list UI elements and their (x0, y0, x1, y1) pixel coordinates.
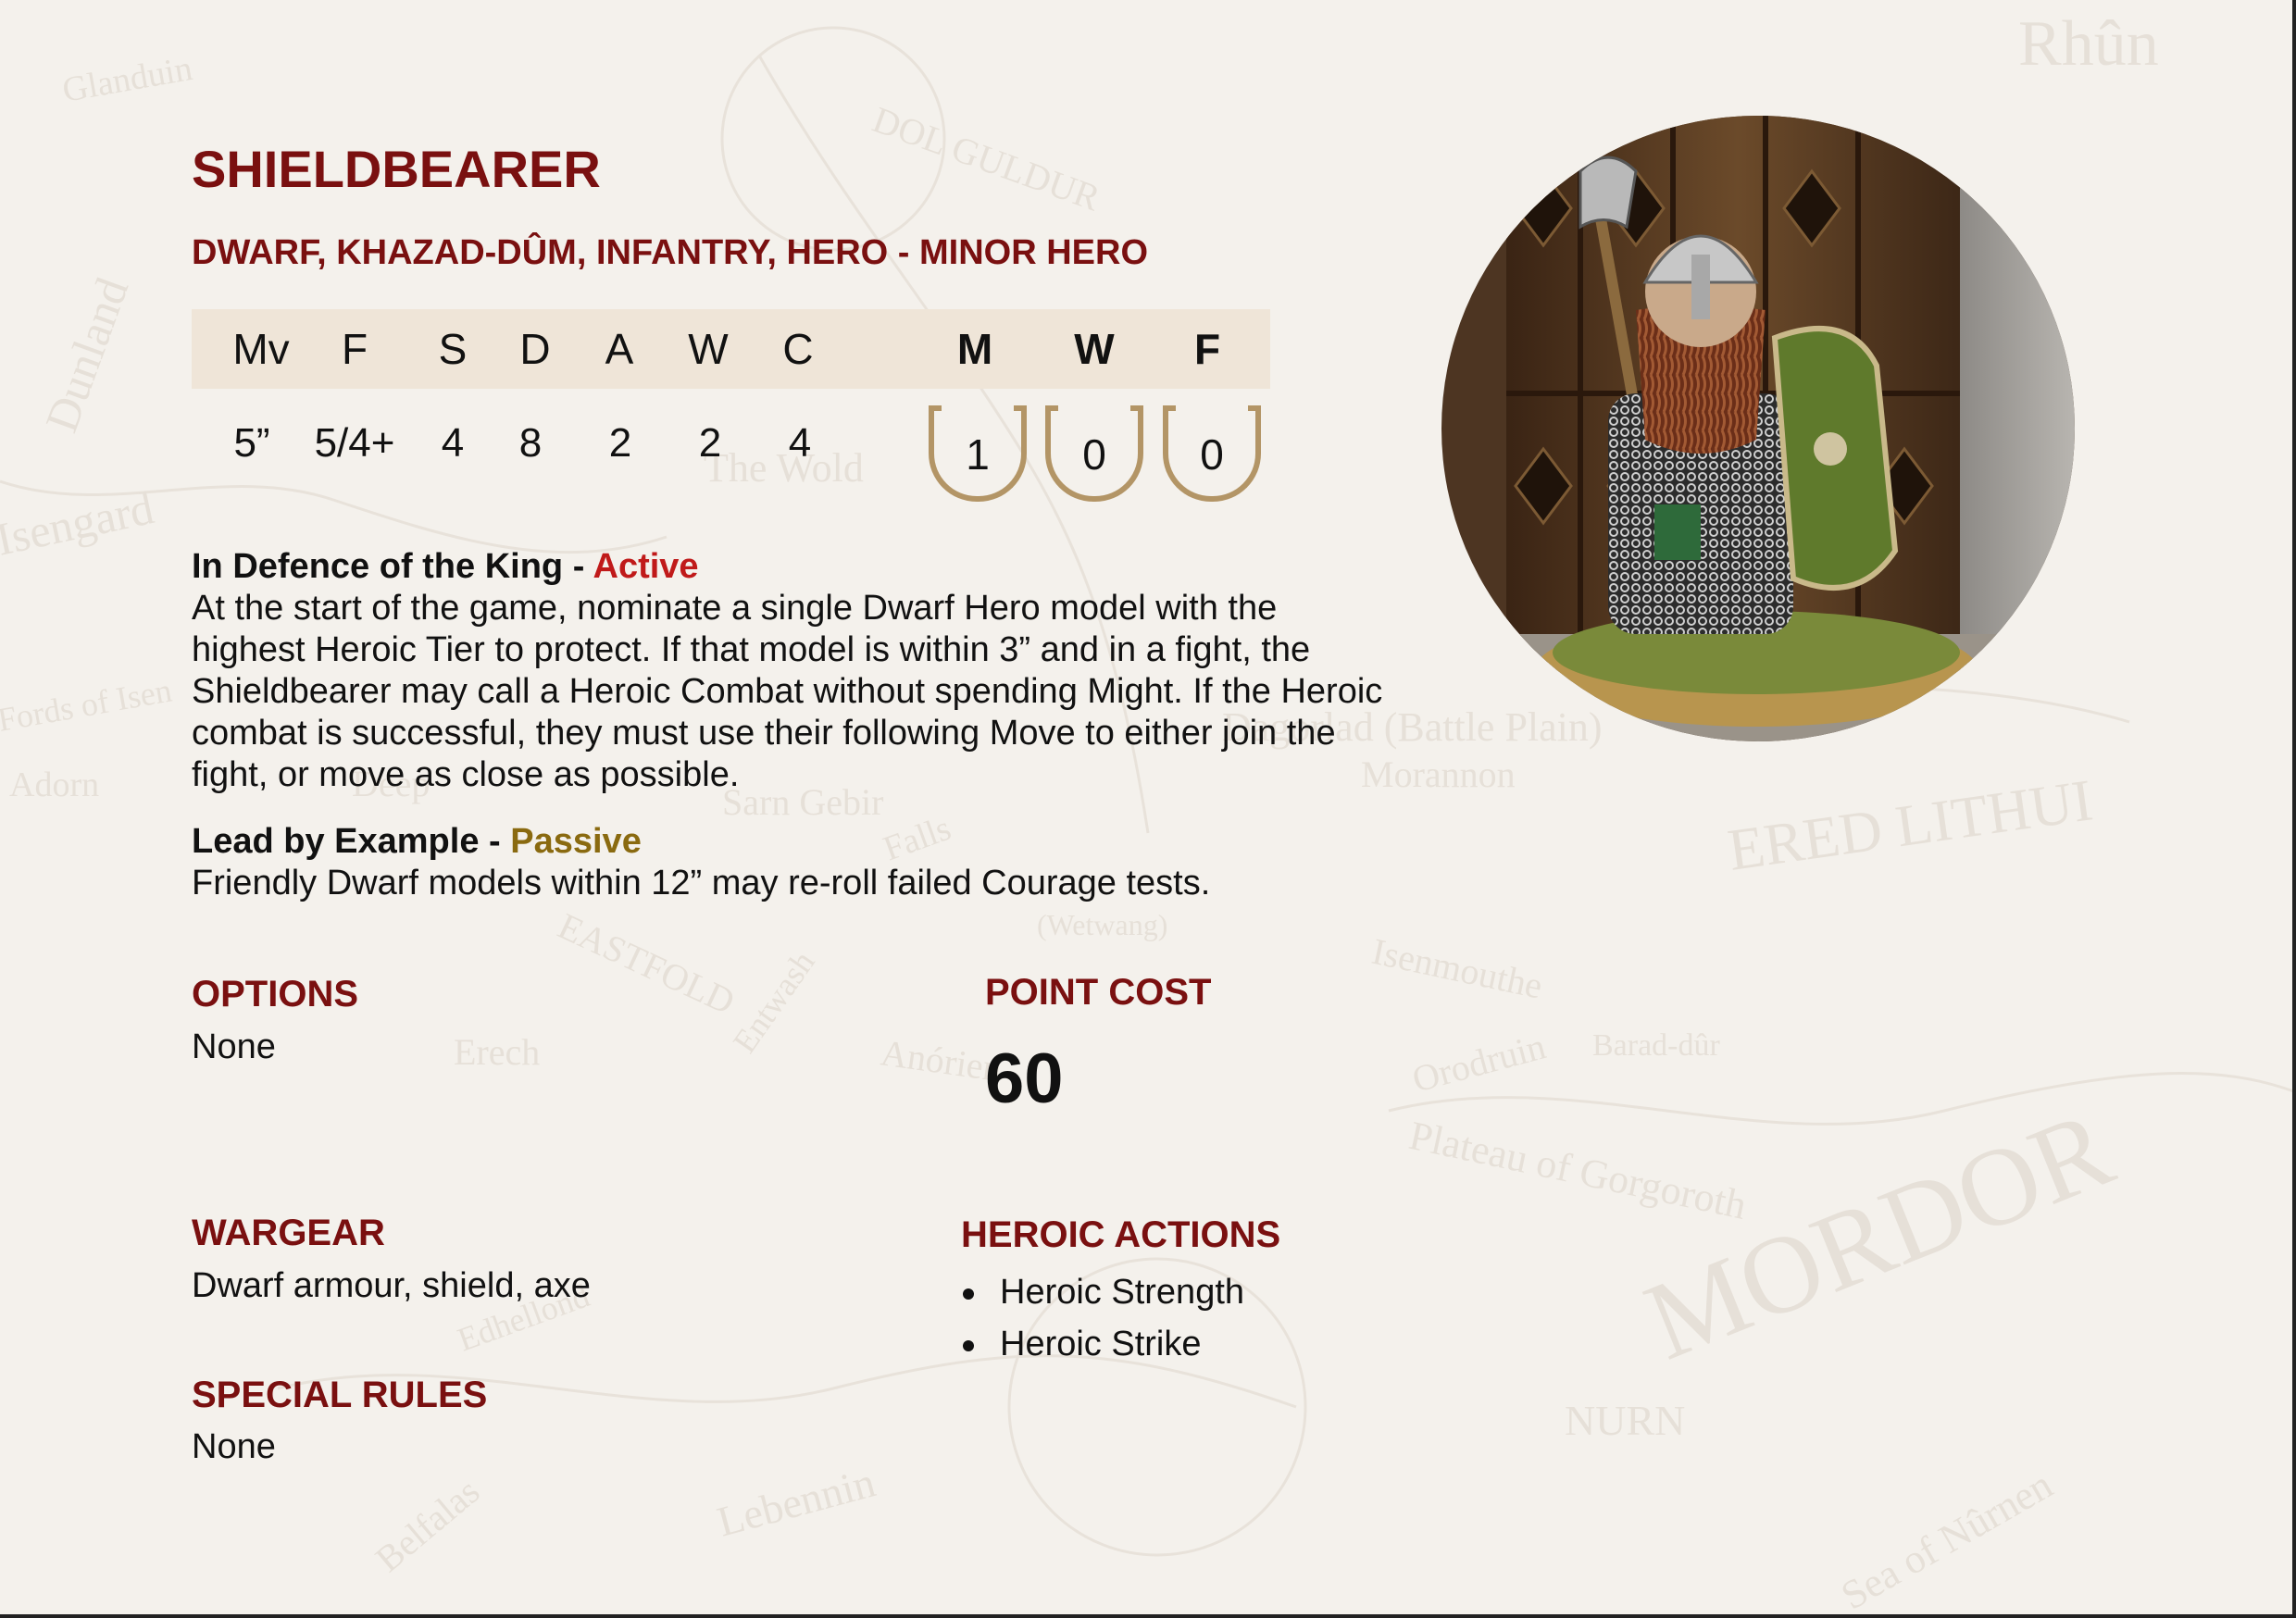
stat-header-d: D (519, 325, 551, 373)
might-value: 1 (966, 430, 990, 479)
stat-header-s: S (438, 325, 468, 373)
stat-header-mv: Mv (232, 325, 290, 373)
stat-value-mv: 5” (233, 420, 270, 466)
will-value: 0 (1082, 430, 1106, 479)
rule-description: Friendly Dwarf models within 12” may re-… (192, 864, 1211, 902)
rule-heading: Lead by Example - Passive (192, 821, 1395, 863)
special-rules-heading: SPECIAL RULES (192, 1375, 488, 1415)
stat-header-will: W (1074, 325, 1115, 373)
point-cost-heading: POINT COST (985, 972, 1212, 1013)
stat-header-might: M (956, 325, 993, 373)
rule-heading: In Defence of the King - Active (192, 546, 1395, 588)
special-rules-value: None (192, 1427, 276, 1466)
stat-value-f: 5/4+ (314, 420, 395, 466)
rule-name: In Defence of the King (192, 547, 564, 586)
heroic-action-item: Heroic Strength (961, 1266, 1244, 1318)
stat-value-a: 2 (608, 420, 632, 466)
options-heading: OPTIONS (192, 974, 359, 1014)
stat-value-s: 4 (441, 420, 465, 466)
point-cost-value: 60 (985, 1039, 1064, 1118)
rule-separator: - (479, 822, 511, 861)
stat-header-fate: F (1193, 325, 1221, 373)
dwarf-miniature-image (1441, 116, 2075, 741)
stat-value-w: 2 (698, 420, 722, 466)
rule-name: Lead by Example (192, 822, 480, 861)
rule-separator: - (563, 547, 593, 586)
stat-value-c: 4 (788, 420, 812, 466)
wargear-heading: WARGEAR (192, 1213, 385, 1253)
might-shield: 1 (929, 405, 1027, 502)
stat-header-f: F (341, 325, 368, 373)
rule-type-passive: Passive (510, 822, 642, 861)
heroic-actions-heading: HEROIC ACTIONS (961, 1214, 1281, 1255)
card-title: SHIELDBEARER (192, 140, 601, 198)
rule-in-defence-of-the-king: In Defence of the King - Active At the s… (192, 546, 1395, 796)
stat-header-w: W (688, 325, 729, 373)
will-shield: 0 (1045, 405, 1143, 502)
rule-type-active: Active (593, 547, 699, 586)
heroic-action-item: Heroic Strike (961, 1318, 1244, 1370)
stat-header-a: A (605, 325, 634, 373)
fate-value: 0 (1200, 430, 1224, 479)
profile-card: SHIELDBEARER DWARF, KHAZAD-DÛM, INFANTRY… (0, 0, 2296, 1618)
miniature-portrait (1441, 116, 2075, 741)
heroic-actions-list: Heroic Strength Heroic Strike (961, 1266, 1244, 1370)
options-value: None (192, 1027, 276, 1066)
stat-header-c: C (782, 325, 814, 373)
wargear-value: Dwarf armour, shield, axe (192, 1266, 591, 1305)
card-keywords: DWARF, KHAZAD-DÛM, INFANTRY, HERO - MINO… (192, 233, 1148, 272)
rule-description: At the start of the game, nominate a sin… (192, 589, 1383, 794)
fate-shield: 0 (1163, 405, 1261, 502)
rule-lead-by-example: Lead by Example - Passive Friendly Dwarf… (192, 821, 1395, 904)
stat-value-d: 8 (518, 420, 543, 466)
